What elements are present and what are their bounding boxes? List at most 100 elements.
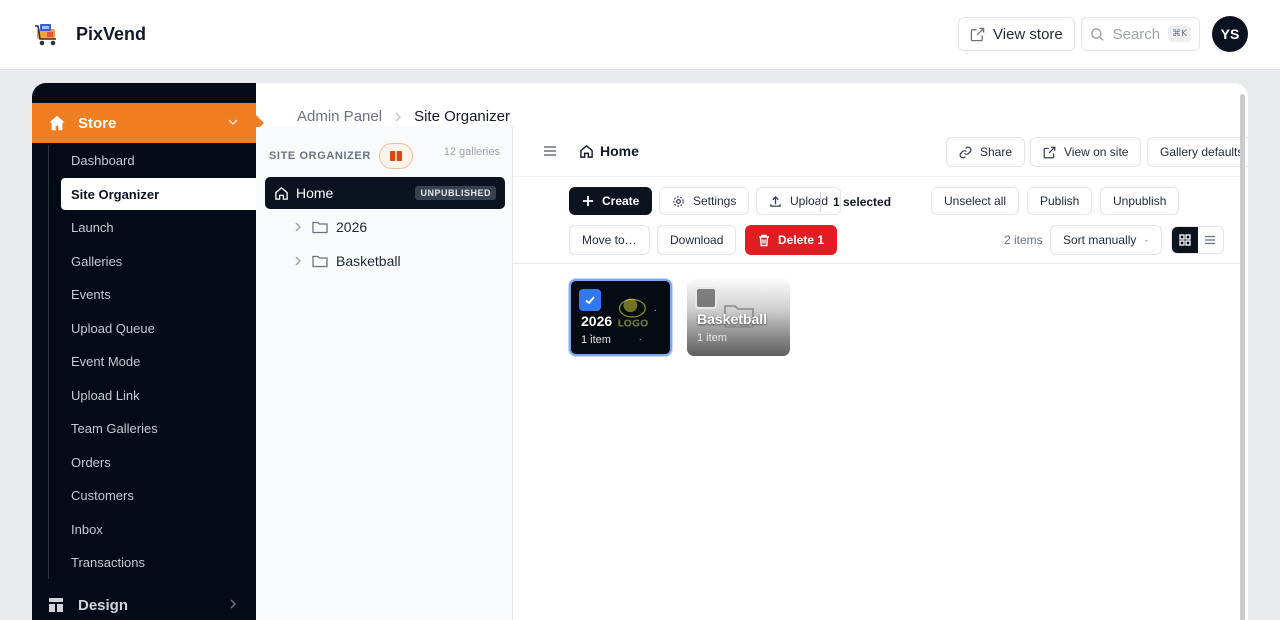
view-toggle [1171, 226, 1224, 254]
link-icon [959, 146, 972, 158]
chevron-down-icon [1145, 239, 1149, 242]
move-to-button[interactable]: Move to… [569, 225, 650, 255]
unpublished-badge: UNPUBLISHED [415, 186, 496, 200]
sidebar-section-design[interactable]: Design [48, 593, 256, 617]
settings-label: Settings [693, 194, 737, 208]
home-outline-icon [580, 144, 593, 158]
tree-item-label: 2026 [336, 219, 368, 235]
settings-button[interactable]: Settings [659, 187, 750, 215]
sidebar-item-galleries[interactable]: Galleries [61, 245, 256, 277]
user-avatar[interactable]: YS [1212, 16, 1248, 52]
shopping-cart-logo-icon [35, 24, 56, 46]
unpublish-button[interactable]: Unpublish [1100, 187, 1180, 215]
grid-view-button[interactable] [1172, 227, 1198, 253]
book-icon [389, 151, 402, 161]
sidebar-item-events[interactable]: Events [61, 278, 256, 310]
sidebar-item-customers[interactable]: Customers [61, 479, 256, 511]
external-edit-icon [1043, 146, 1056, 158]
home-icon [49, 115, 65, 131]
tree-item-2026[interactable]: 2026 [292, 213, 367, 241]
sidebar-item-orders[interactable]: Orders [61, 446, 256, 478]
subnav-line [48, 145, 49, 579]
chevron-right-icon [395, 112, 402, 121]
tree-item-home[interactable]: Home UNPUBLISHED [265, 177, 505, 209]
chevron-right-icon [230, 599, 237, 609]
share-button[interactable]: Share [946, 137, 1026, 167]
sidebar-item-upload-queue[interactable]: Upload Queue [61, 312, 256, 344]
brand[interactable]: PixVend [34, 20, 146, 48]
sidebar-item-event-mode[interactable]: Event Mode [61, 345, 256, 377]
tree-header: SITE ORGANIZER [269, 143, 413, 169]
sidebar-item-dashboard[interactable]: Dashboard [61, 144, 256, 176]
sidebar-item-upload-link[interactable]: Upload Link [61, 379, 256, 411]
sidebar-section-label: Store [78, 114, 117, 132]
tree-item-basketball[interactable]: Basketball [292, 247, 401, 275]
menu-icon[interactable] [543, 144, 557, 158]
sidebar-item-site-organizer[interactable]: Site Organizer [61, 178, 256, 210]
sidebar-item-team-galleries[interactable]: Team Galleries [61, 412, 256, 444]
card-title: Basketball [697, 311, 768, 327]
card-subtitle: 1 item [697, 332, 727, 344]
create-label: Create [602, 194, 640, 208]
sort-value: Sort manually [1063, 233, 1137, 247]
grid-icon [1179, 234, 1191, 246]
tree-title: SITE ORGANIZER [269, 150, 371, 162]
search-icon [1091, 27, 1104, 41]
gear-icon [673, 195, 684, 207]
view-store-button[interactable]: View store [958, 17, 1075, 51]
upload-label: Upload [790, 194, 829, 208]
breadcrumb: Admin Panel Site Organizer [297, 108, 510, 125]
gallery-card-2026[interactable]: LOGO 2026 1 item [569, 279, 672, 356]
folder-icon [312, 221, 328, 234]
unselect-all-button[interactable]: Unselect all [931, 187, 1020, 215]
selection-count: 1 selected [833, 195, 892, 209]
sidebar-section-design-label: Design [78, 596, 129, 614]
guide-book-button[interactable] [378, 143, 413, 169]
folder-icon [312, 255, 328, 268]
gallery-defaults-button[interactable]: Gallery defaults [1147, 137, 1248, 167]
check-icon [585, 296, 595, 305]
search-box[interactable]: Search ⌘K [1081, 17, 1200, 51]
list-view-button[interactable] [1198, 227, 1224, 253]
chevron-right-icon[interactable] [292, 221, 304, 233]
sidebar-item-transactions[interactable]: Transactions [61, 546, 256, 578]
view-on-site-label: View on site [1064, 145, 1129, 159]
delete-label: Delete 1 [778, 233, 825, 247]
chevron-down-icon [228, 119, 238, 126]
gallery-card-basketball[interactable]: Basketball 1 item [687, 279, 790, 356]
publish-button[interactable]: Publish [1027, 187, 1093, 215]
create-button[interactable]: Create [569, 187, 653, 215]
tree-home-label: Home [296, 185, 334, 201]
content-panel: Home Share View on site Gallery defaults… [513, 127, 1248, 620]
sort-select[interactable]: Sort manually [1050, 225, 1162, 255]
list-icon [1205, 235, 1216, 245]
tree-item-label: Basketball [336, 253, 401, 269]
card-subtitle: 1 item [581, 334, 611, 346]
upload-button[interactable]: Upload [756, 187, 842, 215]
view-on-site-button[interactable]: View on site [1030, 137, 1142, 167]
download-button[interactable]: Download [657, 225, 737, 255]
sidebar-item-inbox[interactable]: Inbox [61, 513, 256, 545]
toolbar-divider [820, 192, 821, 212]
breadcrumb-current: Site Organizer [414, 108, 510, 125]
content-header: Home Share View on site Gallery defaults [513, 127, 1248, 177]
page-scrollbar[interactable] [1240, 94, 1245, 620]
app-name: PixVend [76, 23, 147, 44]
sidebar-section-store[interactable]: Store [32, 103, 264, 143]
content-title: Home [579, 143, 639, 159]
plus-icon [583, 196, 593, 206]
card-title: 2026 [581, 313, 613, 329]
trash-icon [759, 234, 769, 246]
upload-icon [770, 195, 781, 207]
card-checkbox-checked[interactable] [579, 289, 601, 311]
delete-button[interactable]: Delete 1 [745, 225, 838, 255]
card-checkbox-unchecked[interactable] [695, 287, 717, 309]
breadcrumb-admin-panel[interactable]: Admin Panel [297, 108, 382, 125]
items-count: 2 items [1004, 233, 1043, 247]
chevron-right-icon[interactable] [292, 255, 304, 267]
share-label: Share [980, 145, 1013, 159]
home-outline-icon [275, 186, 288, 200]
app-frame: Store Dashboard Site Organizer Launch Ga… [32, 83, 1248, 620]
gallery-count: 12 galleries [443, 146, 500, 158]
sidebar-item-launch[interactable]: Launch [61, 211, 256, 243]
